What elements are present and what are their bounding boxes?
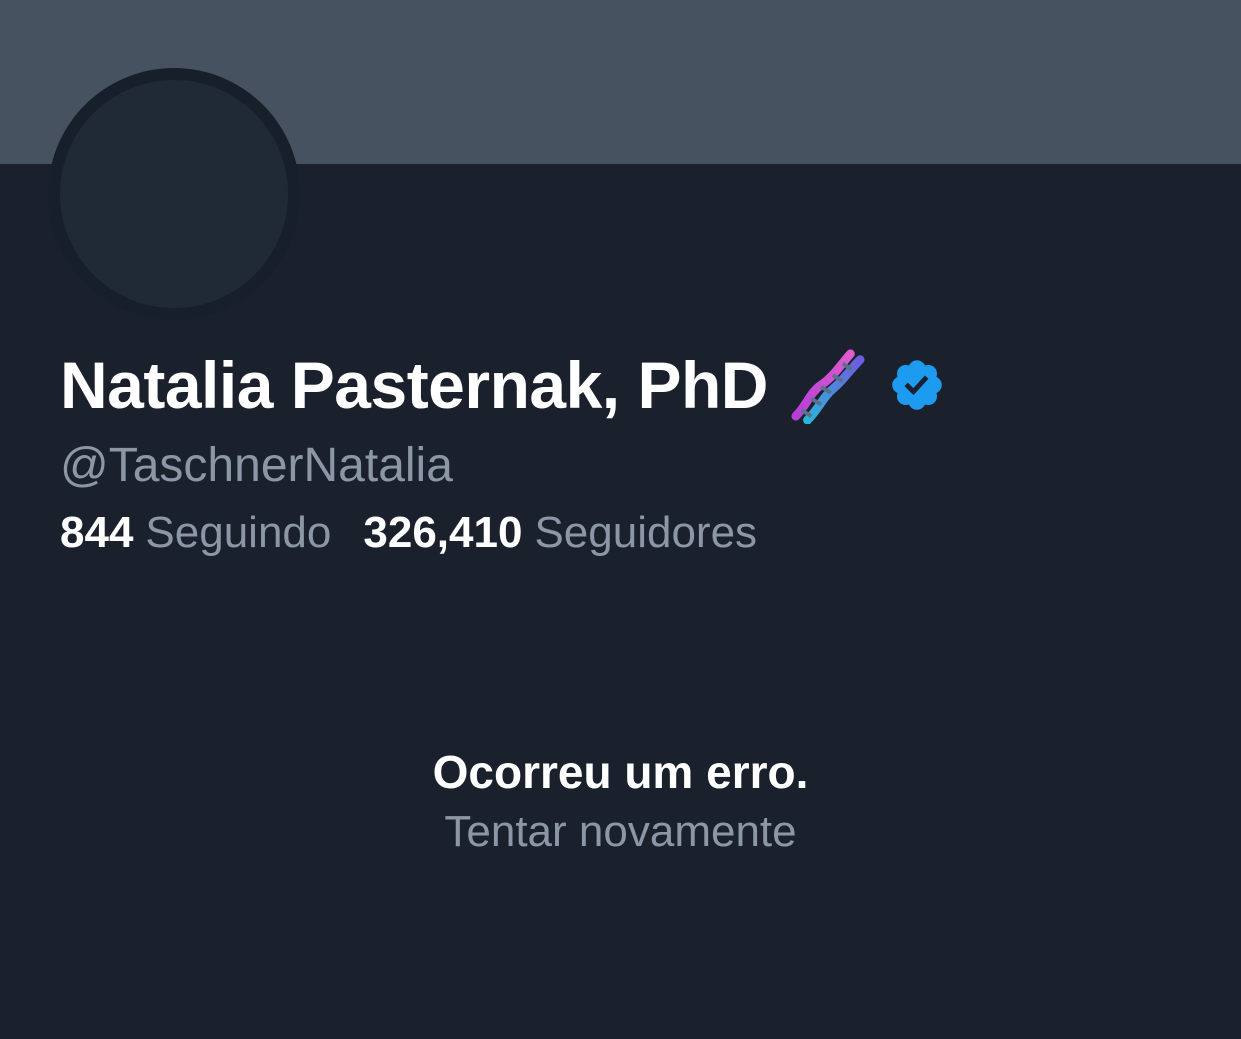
retry-button[interactable]: Tentar novamente xyxy=(0,802,1241,862)
display-name: Natalia Pasternak, PhD xyxy=(60,348,768,422)
error-title: Ocorreu um erro. xyxy=(432,746,809,798)
following-label: Seguindo xyxy=(145,508,332,557)
verified-badge-icon[interactable] xyxy=(888,356,946,414)
dna-icon xyxy=(788,346,866,425)
avatar[interactable] xyxy=(48,68,300,320)
profile-handle: @TaschnerNatalia xyxy=(60,439,453,492)
profile-stats: 844 Seguindo 326,410 Seguidores xyxy=(60,508,757,558)
followers-count: 326,410 xyxy=(363,508,523,557)
following-link[interactable]: 844 Seguindo xyxy=(60,508,331,558)
followers-label: Seguidores xyxy=(534,508,758,557)
following-count: 844 xyxy=(60,508,134,557)
error-message: Ocorreu um erro. Tentar novamente xyxy=(0,742,1241,862)
profile-name-row: Natalia Pasternak, PhD xyxy=(60,342,946,428)
followers-link[interactable]: 326,410 Seguidores xyxy=(363,508,757,558)
avatar-placeholder xyxy=(60,80,288,308)
